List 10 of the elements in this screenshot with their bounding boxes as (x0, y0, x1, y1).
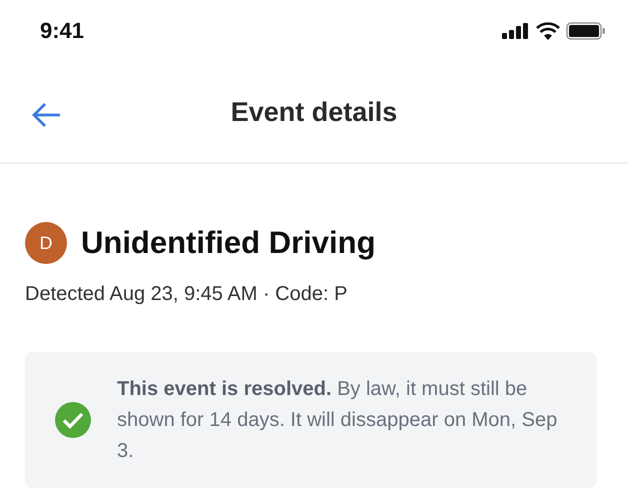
avatar: D (25, 222, 67, 264)
event-subtitle: Detected Aug 23, 9:45 AM · Code: P (25, 283, 348, 306)
event-title: Unidentified Driving (81, 225, 376, 261)
check-icon (55, 402, 91, 438)
battery-icon (566, 22, 606, 40)
wifi-icon (536, 22, 560, 40)
screen-title: Event details (230, 96, 398, 128)
notice-text: This event is resolved. By law, it must still be shown for 14 days. It will dissappear on Mon, Sep 3. (117, 376, 558, 464)
signal-icon (502, 23, 530, 39)
status-time: 9:41 (40, 18, 84, 44)
